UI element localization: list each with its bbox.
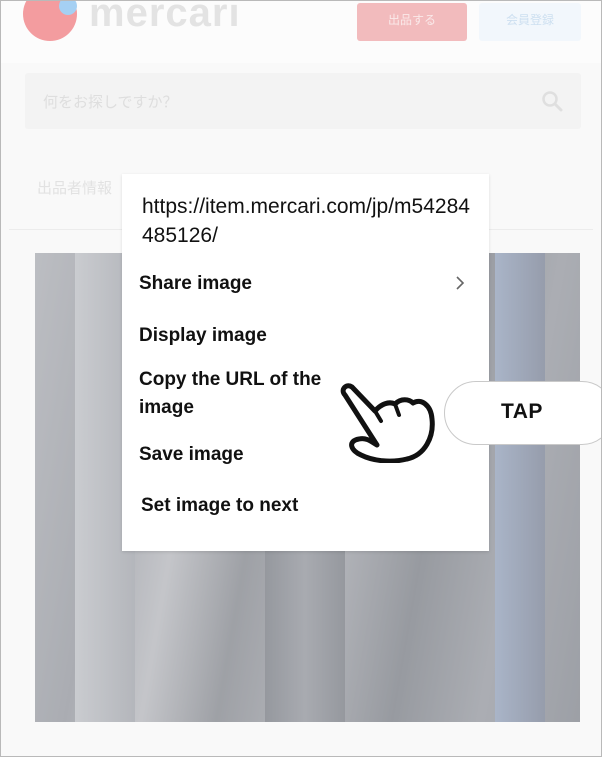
menu-item-copy-image-url[interactable]: Copy the URL of the image xyxy=(139,366,354,422)
chevron-right-icon xyxy=(456,276,465,290)
menu-image-url: https://item.mercari.com/jp/m54284485126… xyxy=(142,195,470,247)
menu-item-set-image-to-next[interactable]: Set image to next xyxy=(141,492,471,520)
tap-label: TAP xyxy=(501,400,543,423)
tap-callout: TAP xyxy=(444,381,601,445)
menu-item-share-image[interactable]: Share image xyxy=(139,270,469,298)
phone-screen: mercari 出品する 会員登録 何をお探しですか？ 出品者情報 https:… xyxy=(0,0,602,757)
image-context-menu: https://item.mercari.com/jp/m54284485126… xyxy=(122,174,489,551)
menu-item-display-image[interactable]: Display image xyxy=(139,322,469,350)
hand-pointer-icon xyxy=(340,383,435,463)
